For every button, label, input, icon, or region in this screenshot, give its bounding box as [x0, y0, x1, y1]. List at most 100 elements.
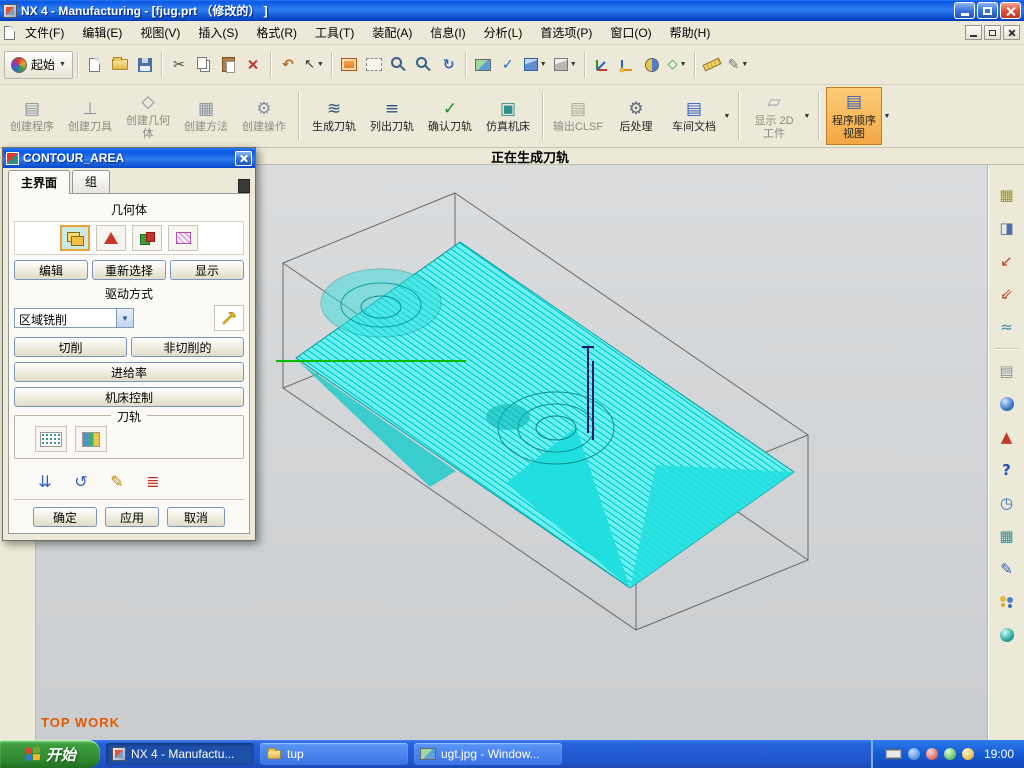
toolpath-display-options-button[interactable] [35, 426, 67, 452]
child-restore-button[interactable] [984, 25, 1001, 40]
minimize-button[interactable] [954, 2, 975, 19]
verify-toolpath-button[interactable]: ✓ 确认刀轨 [422, 87, 478, 145]
menu-preferences[interactable]: 首选项(P) [532, 21, 600, 44]
drive-method-select[interactable]: 区域铣削 ▼ [14, 308, 134, 328]
create-tool-button[interactable]: ⊥ 创建刀具 [62, 87, 118, 145]
materials-button[interactable] [994, 623, 1020, 647]
orient-csys-button[interactable] [590, 52, 614, 78]
delete-button[interactable] [242, 52, 266, 78]
menu-information[interactable]: 信息(I) [422, 21, 473, 44]
datum-csys-button[interactable] [615, 52, 639, 78]
edit-drive-method-button[interactable] [214, 305, 244, 331]
postprocess-button[interactable]: ⚙ 后处理 [608, 87, 664, 145]
network-tray-icon[interactable] [907, 748, 920, 760]
machine-navigator-button[interactable]: ⇙ [994, 282, 1020, 306]
generate-action-button[interactable]: ⇊ [32, 469, 58, 493]
reselect-geometry-button[interactable]: 重新选择 [92, 260, 166, 280]
help-button[interactable]: ? [994, 458, 1020, 482]
geometry-select-button[interactable] [60, 225, 90, 251]
snap-point-button[interactable]: ◇ ▼ [665, 52, 690, 78]
menu-help[interactable]: 帮助(H) [662, 21, 719, 44]
dialog-titlebar[interactable]: CONTOUR_AREA [3, 148, 255, 168]
history-palette-button[interactable]: ▲ [994, 425, 1020, 449]
check-geometry-button[interactable] [132, 225, 162, 251]
window-titlebar[interactable]: NX 4 - Manufacturing - [fjug.prt （修改的） ] [0, 0, 1024, 21]
roles-button[interactable] [994, 590, 1020, 614]
annotation-tool-button[interactable]: ✎ ▼ [725, 52, 752, 78]
maximize-button[interactable] [977, 2, 998, 19]
rotate-view-button[interactable]: ↻ [437, 52, 461, 78]
taskbar-task-folder[interactable]: tup [260, 743, 408, 765]
cut-button[interactable]: ✂ [167, 52, 191, 78]
start-menu-button[interactable]: 起始 ▼ [4, 50, 73, 79]
apply-button[interactable]: 应用 [105, 507, 159, 527]
fit-view-button[interactable] [387, 52, 411, 78]
tab-options-button[interactable] [238, 179, 250, 193]
machine-control-button[interactable]: 机床控制 [14, 387, 244, 407]
wcs-button[interactable] [640, 52, 664, 78]
edit-display-button[interactable]: ✓ [496, 52, 520, 78]
menu-format[interactable]: 格式(R) [248, 21, 305, 44]
assembly-navigator-button[interactable]: ▦ [994, 183, 1020, 207]
dropdown-arrow-icon[interactable]: ▼ [882, 87, 892, 145]
trim-geometry-button[interactable] [168, 225, 198, 251]
zoom-button[interactable] [412, 52, 436, 78]
tab-groups[interactable]: 组 [72, 170, 111, 193]
menu-view[interactable]: 视图(V) [132, 21, 188, 44]
cutting-button[interactable]: 切削 [14, 337, 127, 357]
create-geometry-button[interactable]: ◇ 创建几何体 [120, 87, 176, 145]
measure-button[interactable] [700, 52, 724, 78]
tab-main[interactable]: 主界面 [8, 170, 71, 194]
undo-button[interactable]: ↶ [276, 52, 300, 78]
selection-info-button[interactable]: ↖ ▼ [301, 52, 327, 78]
update-tray-icon[interactable] [943, 748, 956, 760]
dropdown-arrow-icon[interactable]: ▼ [802, 87, 812, 145]
recent-parts-button[interactable]: ◷ [994, 491, 1020, 515]
create-method-button[interactable]: ▦ 创建方法 [178, 87, 234, 145]
virtual-window-button[interactable] [362, 52, 386, 78]
replay-action-button[interactable]: ↺ [68, 469, 94, 493]
verify-action-button[interactable]: ✎ [104, 469, 130, 493]
ok-button[interactable]: 确定 [33, 507, 97, 527]
menu-insert[interactable]: 插入(S) [190, 21, 246, 44]
new-file-button[interactable] [83, 52, 107, 78]
paste-button[interactable] [217, 52, 241, 78]
list-toolpath-button[interactable]: ≡ 列出刀轨 [364, 87, 420, 145]
open-file-button[interactable] [108, 52, 132, 78]
output-clsf-button[interactable]: ▤ 输出CLSF [550, 87, 606, 145]
program-order-view-button[interactable]: ▤ 程序顺序视图 [826, 87, 882, 145]
volume-tray-icon[interactable] [961, 748, 974, 760]
edit-geometry-button[interactable]: 编辑 [14, 260, 88, 280]
non-cutting-button[interactable]: 非切削的 [131, 337, 244, 357]
generate-toolpath-button[interactable]: ≋ 生成刀轨 [306, 87, 362, 145]
part-navigator-button[interactable]: ◨ [994, 216, 1020, 240]
menu-window[interactable]: 窗口(O) [602, 21, 659, 44]
security-tray-icon[interactable] [925, 748, 938, 760]
display-window-button[interactable] [337, 52, 361, 78]
palette-list-button[interactable]: ▦ [994, 524, 1020, 548]
menu-tools[interactable]: 工具(T) [307, 21, 362, 44]
copy-button[interactable] [192, 52, 216, 78]
windows-start-button[interactable]: 开始 [0, 740, 100, 768]
simulate-machine-button[interactable]: ▣ 仿真机床 [480, 87, 536, 145]
menu-edit[interactable]: 编辑(E) [74, 21, 130, 44]
operation-navigator-button[interactable]: ↙ [994, 249, 1020, 273]
keyboard-tray-icon[interactable] [884, 749, 902, 759]
show-2d-workpiece-button[interactable]: ▱ 显示 2D 工件 [746, 87, 802, 145]
list-action-button[interactable]: ≣ [140, 469, 166, 493]
reuse-library-button[interactable]: ▤ [994, 359, 1020, 383]
feedrate-button[interactable]: 进给率 [14, 362, 244, 382]
menu-file[interactable]: 文件(F) [17, 21, 72, 44]
display-geometry-button[interactable]: 显示 [170, 260, 244, 280]
dialog-close-button[interactable] [235, 150, 252, 166]
wireframe-view-button[interactable]: ▼ [551, 52, 580, 78]
sketch-palette-button[interactable]: ✎ [994, 557, 1020, 581]
child-close-button[interactable] [1003, 25, 1020, 40]
close-button[interactable] [1000, 2, 1021, 19]
part-geometry-button[interactable] [96, 225, 126, 251]
create-operation-button[interactable]: ⚙ 创建操作 [236, 87, 292, 145]
menu-assemblies[interactable]: 装配(A) [364, 21, 420, 44]
cancel-button[interactable]: 取消 [167, 507, 225, 527]
internet-explorer-button[interactable] [994, 392, 1020, 416]
dropdown-arrow-icon[interactable]: ▼ [722, 87, 732, 145]
